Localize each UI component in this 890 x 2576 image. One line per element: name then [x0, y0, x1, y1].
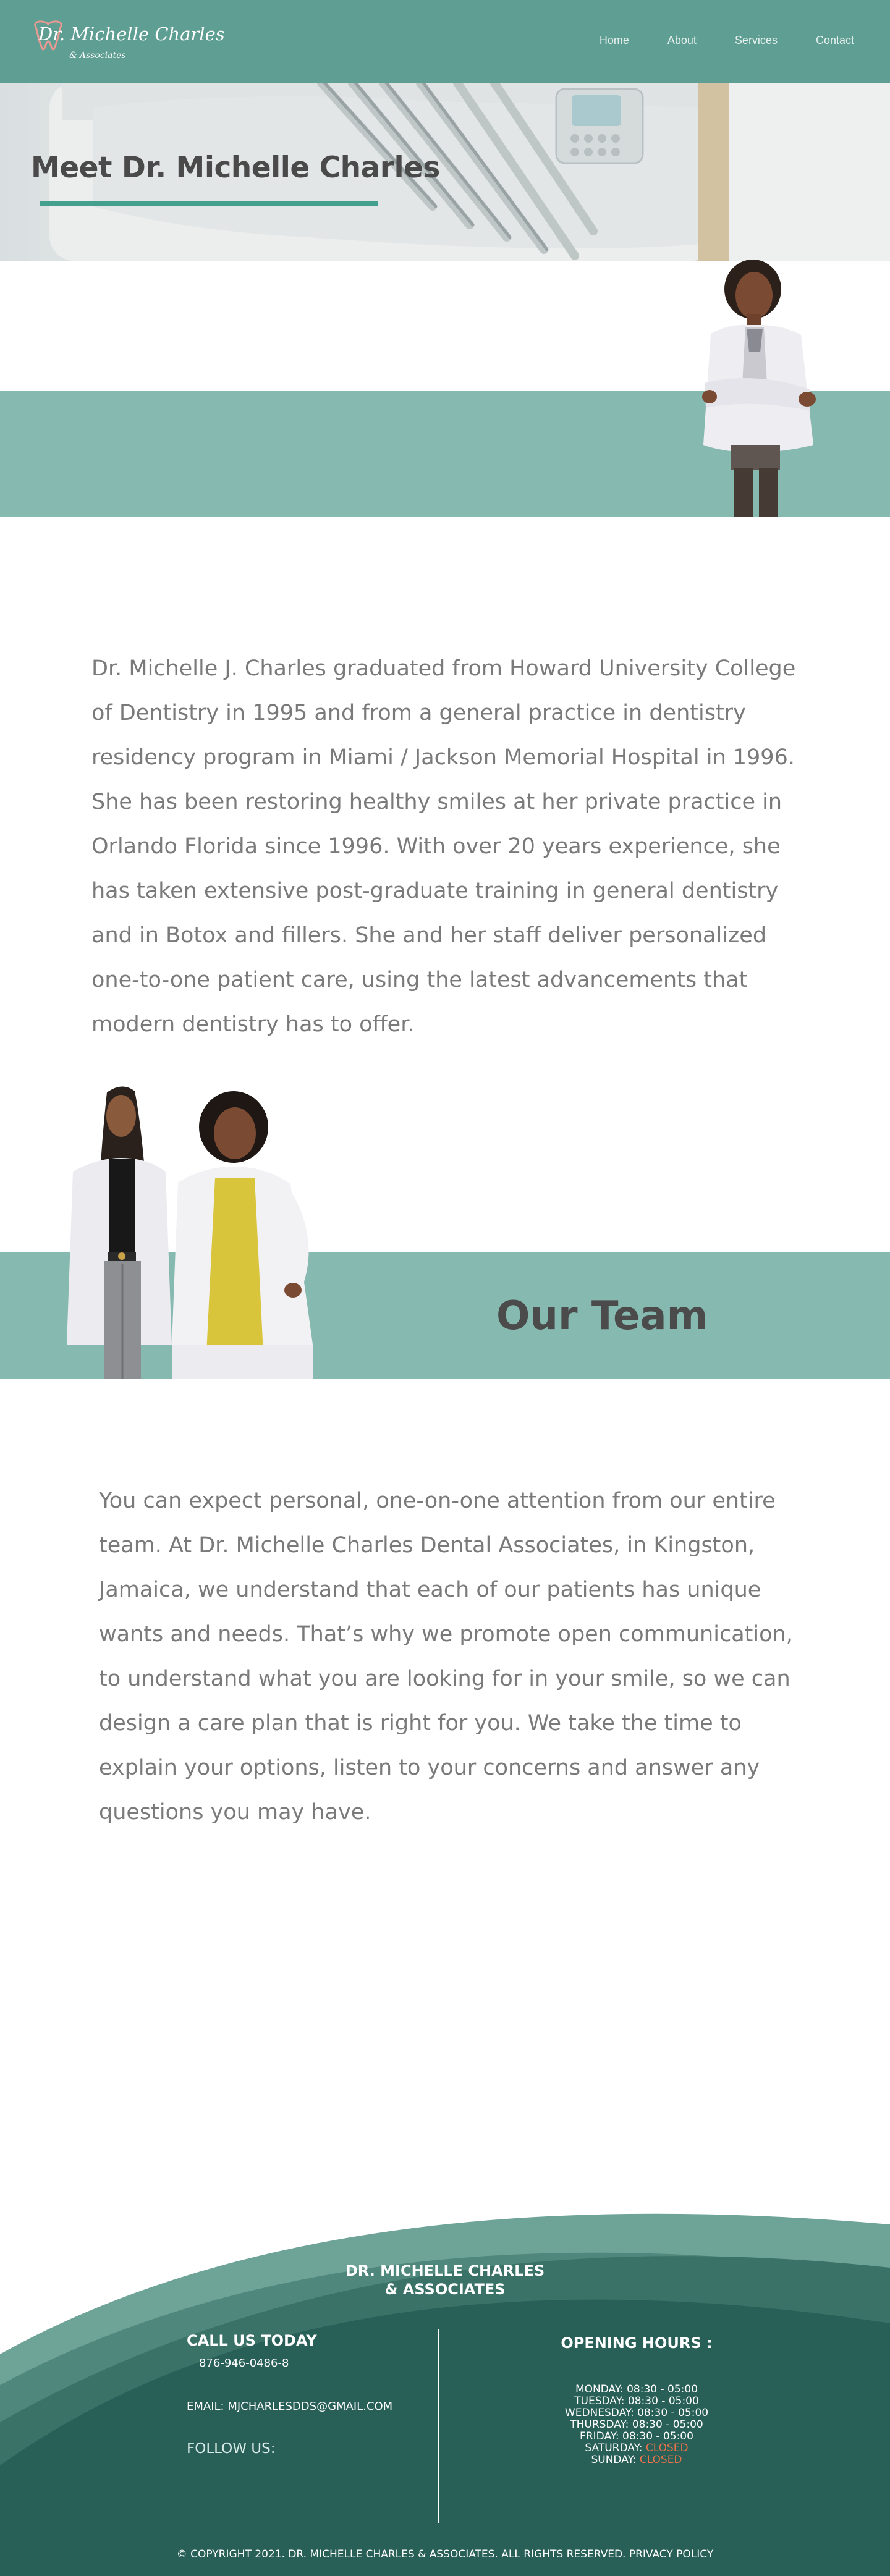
logo-subtitle: & Associates	[69, 51, 126, 61]
hours-day: THURSDAY:	[570, 2418, 629, 2431]
opening-hours-heading: OPENING HOURS :	[561, 2334, 713, 2352]
nav-contact[interactable]: Contact	[816, 34, 854, 47]
hours-day: SATURDAY:	[585, 2442, 643, 2454]
team-paragraph: You can expect personal, one-on-one atte…	[99, 1489, 793, 1825]
nav-about[interactable]: About	[668, 34, 697, 47]
hours-day: SUNDAY:	[591, 2454, 637, 2466]
hours-row: SUNDAY: CLOSED	[532, 2454, 742, 2466]
logo[interactable]: Dr. Michelle Charles & Associates	[30, 19, 225, 68]
facebook-icon[interactable]	[183, 2200, 216, 2233]
hours-row: THURSDAY: 08:30 - 05:00	[532, 2419, 742, 2431]
email-link[interactable]: EMAIL: MJCHARLESDDS@GMAIL.COM	[187, 2400, 392, 2413]
nav-services[interactable]: Services	[735, 34, 778, 47]
about-paragraph: Dr. Michelle J. Charles graduated from H…	[91, 656, 796, 1037]
hours-closed: CLOSED	[645, 2442, 689, 2454]
title-underline	[40, 201, 378, 206]
hours-time: 08:30 - 05:00	[632, 2418, 703, 2431]
follow-us-label: FOLLOW US:	[187, 2441, 276, 2457]
nav-home[interactable]: Home	[600, 34, 629, 47]
footer-wave-background	[0, 2213, 890, 2576]
hero-banner: Meet Dr. Michelle Charles	[0, 83, 890, 261]
phone-number[interactable]: 876-946-0486-8	[199, 2357, 289, 2370]
doctor-photo	[702, 260, 816, 517]
hours-time: 08:30 - 05:00	[637, 2407, 709, 2419]
hours-row: FRIDAY: 08:30 - 05:00	[532, 2431, 742, 2443]
hours-row: TUESDAY: 08:30 - 05:00	[532, 2396, 742, 2407]
hours-day: TUESDAY:	[574, 2395, 625, 2407]
twitter-icon[interactable]	[320, 2200, 354, 2233]
footer-brand-line2: & ASSOCIATES	[384, 2281, 506, 2298]
page-title: Meet Dr. Michelle Charles	[31, 151, 440, 185]
hours-closed: CLOSED	[639, 2454, 682, 2466]
main-nav: Home About Services Contact	[561, 34, 854, 47]
logo-name: Dr. Michelle Charles	[38, 23, 225, 44]
team-photo	[67, 1086, 313, 1379]
hours-day: WEDNESDAY:	[564, 2407, 634, 2419]
hours-day: MONDAY:	[575, 2383, 624, 2396]
footer-brand-line1: DR. MICHELLE CHARLES	[345, 2262, 545, 2279]
footer-divider	[438, 2329, 439, 2523]
call-us-heading: CALL US TODAY	[187, 2332, 317, 2349]
hours-day: FRIDAY:	[580, 2430, 619, 2443]
hours-row: MONDAY: 08:30 - 05:00	[532, 2384, 742, 2396]
site-header: Dr. Michelle Charles & Associates Home A…	[0, 0, 890, 83]
hours-time: 08:30 - 05:00	[627, 2383, 698, 2396]
hours-time: 08:30 - 05:00	[622, 2430, 693, 2443]
site-footer: DR. MICHELLE CHARLES & ASSOCIATES CALL U…	[0, 2200, 890, 2576]
copyright-text: © COPYRIGHT 2021. DR. MICHELLE CHARLES &…	[176, 2548, 714, 2561]
hours-row: SATURDAY: CLOSED	[532, 2443, 742, 2454]
hours-row: WEDNESDAY: 08:30 - 05:00	[532, 2407, 742, 2419]
footer-brand: DR. MICHELLE CHARLES & ASSOCIATES	[321, 2261, 569, 2299]
hours-time: 08:30 - 05:00	[627, 2395, 699, 2407]
opening-hours-list: MONDAY: 08:30 - 05:00 TUESDAY: 08:30 - 0…	[532, 2384, 742, 2466]
team-heading: Our Team	[496, 1293, 708, 1339]
instagram-icon[interactable]	[245, 2200, 278, 2233]
